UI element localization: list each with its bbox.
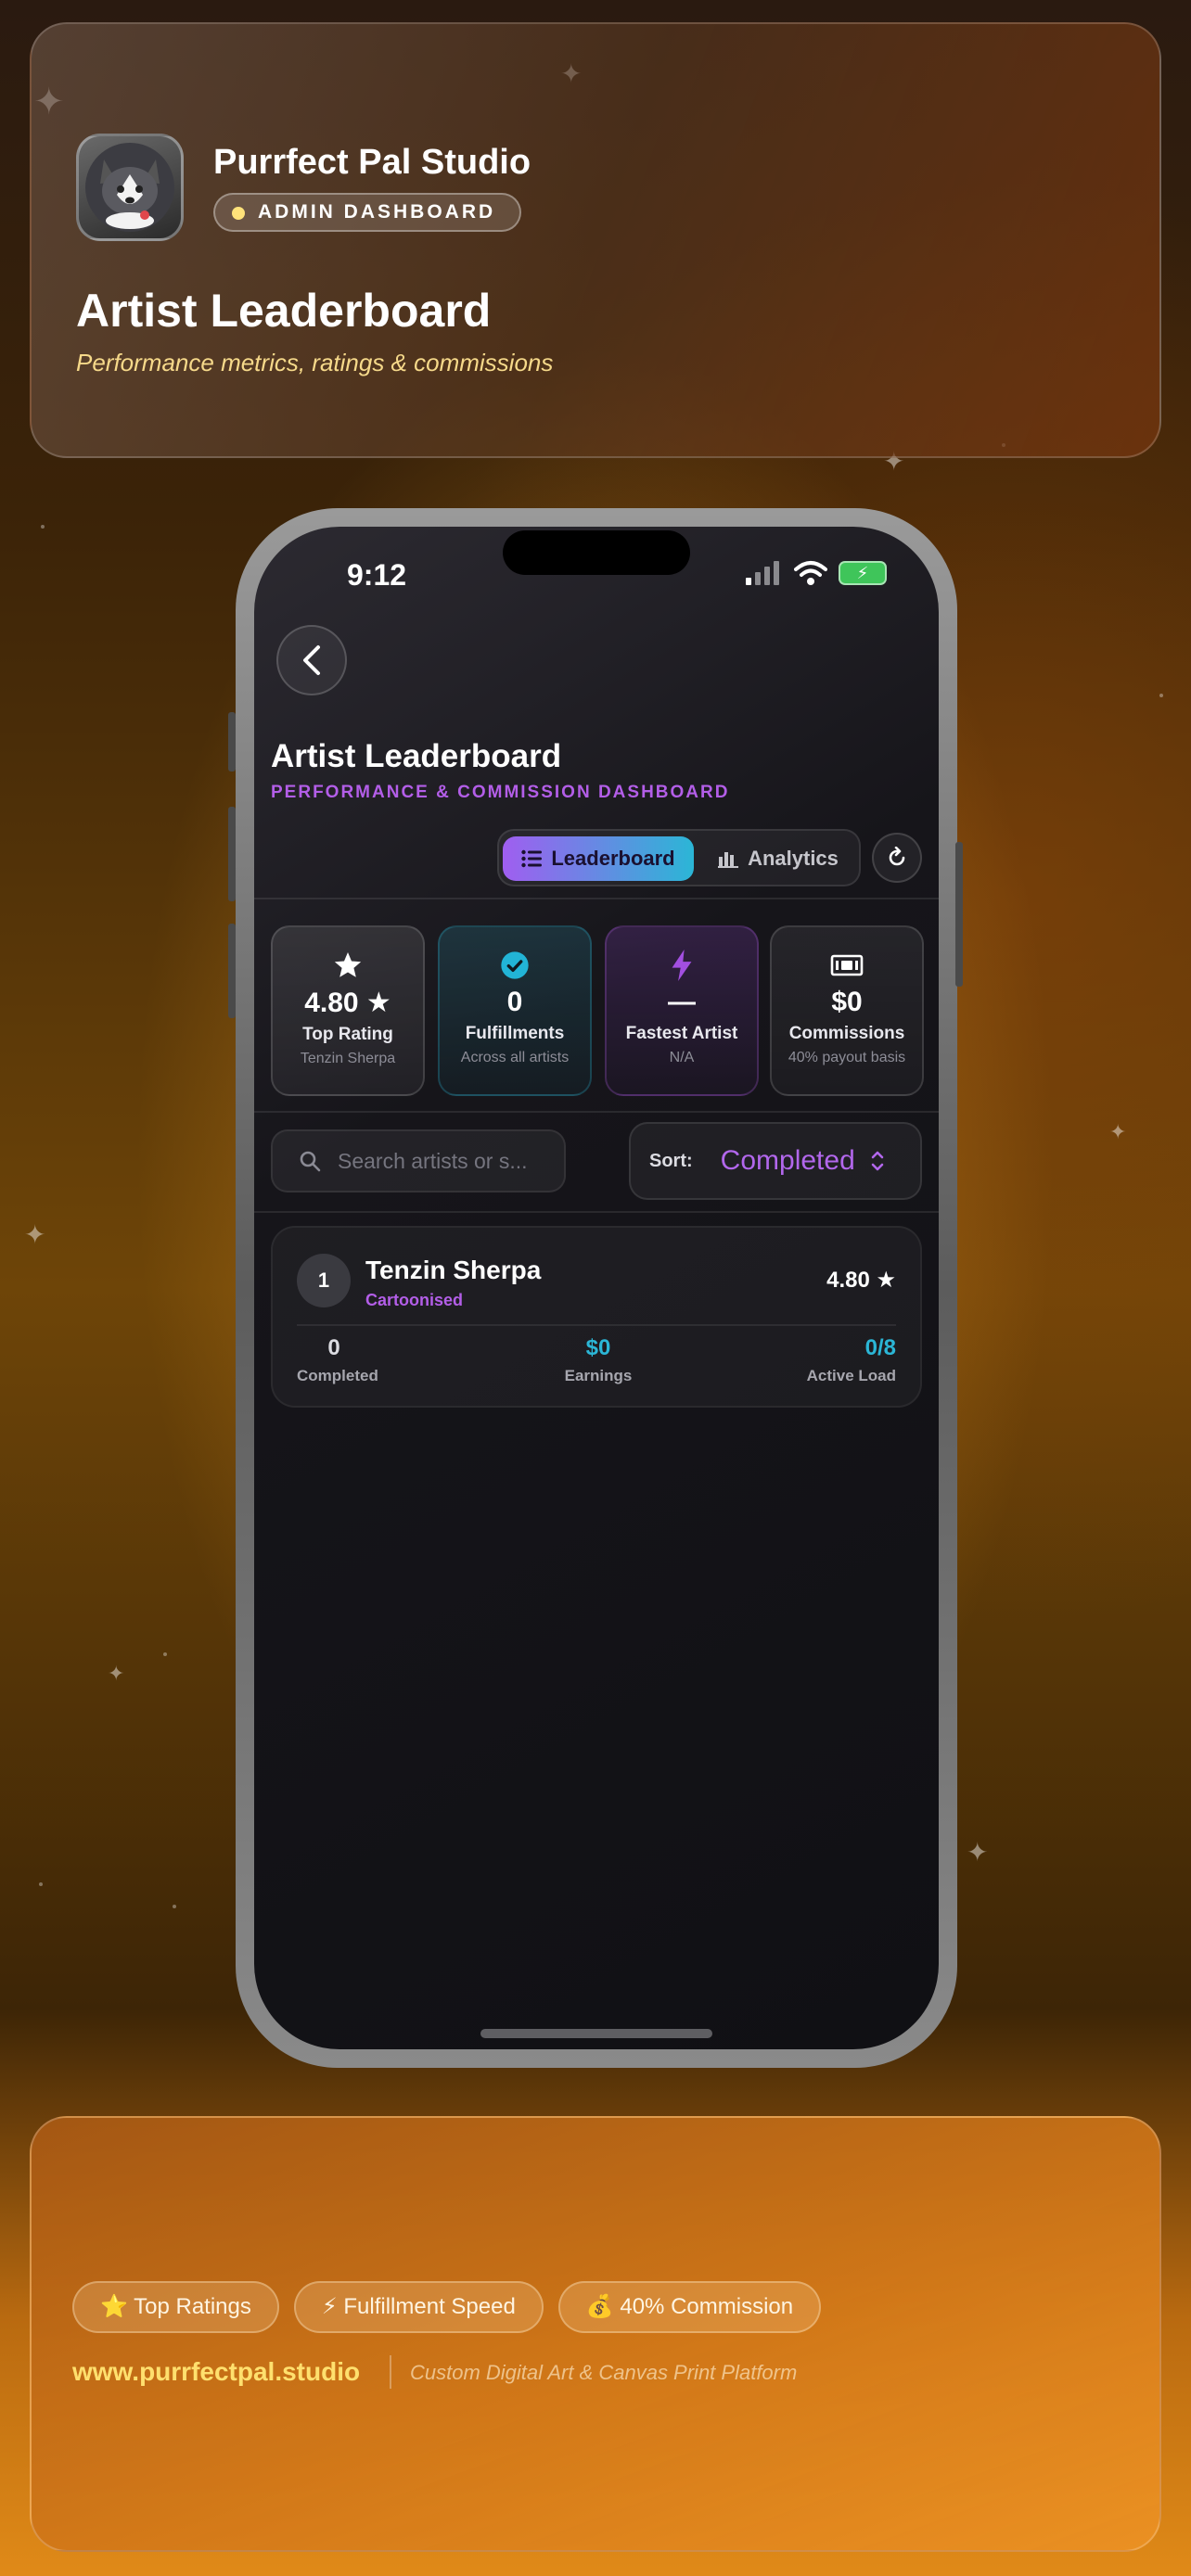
refresh-icon [889,847,905,866]
admin-badge: ADMIN DASHBOARD [213,193,522,232]
list-icon [521,849,543,868]
status-time: 9:12 [347,558,407,592]
lightning-icon [672,950,692,981]
stat-value: $0 [831,987,863,1017]
star-dot [39,1882,43,1886]
stat-note: 40% payout basis [788,1050,906,1065]
metric-active-load: 0/8 Active Load [807,1335,896,1385]
stat-card-commissions: $0 Commissions 40% payout basis [770,925,924,1096]
star-icon [334,952,362,977]
screen-subtitle: PERFORMANCE & COMMISSION DASHBOARD [271,783,730,802]
stat-label: Fulfillments [465,1024,565,1043]
status-icons: ⚡ [746,560,887,586]
footer-tagline: Custom Digital Art & Canvas Print Platfo… [410,2361,798,2384]
silent-switch [228,712,236,772]
star-dot [173,1905,176,1908]
stat-label: Commissions [788,1024,905,1043]
footer-card: ⭐ Top Ratings ⚡ Fulfillment Speed 💰 40% … [30,2116,1161,2552]
sort-select[interactable]: Sort: Completed [629,1122,922,1200]
studio-name: Purrfect Pal Studio [213,143,531,182]
power-button [955,842,963,987]
sparkle-icon: ✦ [108,1662,125,1685]
app-logo [76,134,184,241]
stat-value: 0 [506,987,523,1017]
search-input[interactable] [338,1148,551,1174]
metric-earnings: $0 Earnings [555,1335,642,1385]
battery-charging-icon: ⚡ [839,561,887,585]
volume-up-button [228,807,236,901]
back-button[interactable] [276,625,347,695]
stat-value: 4.80 ★ [304,988,391,1018]
refresh-button[interactable] [872,833,922,883]
artist-card[interactable]: 1 Tenzin Sherpa Cartoonised 4.80 ★ 0 Com… [271,1226,922,1408]
stat-value: — [668,987,696,1017]
sort-label: Sort: [649,1150,693,1171]
search-box [271,1129,566,1192]
stat-card-fulfillments: 0 Fulfillments Across all artists [438,925,592,1096]
stat-note: Tenzin Sherpa [300,1051,396,1066]
stat-card-fastest-artist: — Fastest Artist N/A [605,925,759,1096]
volume-down-button [228,924,236,1018]
star-dot [163,1652,167,1656]
phone-screen: 9:12 ⚡ Artist Leaderboard PERFORMANCE & … [254,527,939,2049]
metric-completed: 0 Completed [297,1335,378,1385]
check-circle-icon [501,951,529,979]
bar-chart-icon [718,852,739,868]
pill-fulfillment-speed: ⚡ Fulfillment Speed [293,2281,544,2333]
tab-leaderboard[interactable]: Leaderboard [503,836,694,881]
screen-title: Artist Leaderboard [271,738,562,774]
stat-label: Top Rating [302,1025,393,1044]
divider [254,1211,939,1213]
sort-value: Completed [720,1145,855,1176]
dynamic-island [503,530,690,575]
divider [254,1111,939,1113]
sparkle-icon: ✦ [24,1220,46,1249]
divider [297,1324,896,1326]
header-card: Purrfect Pal Studio ADMIN DASHBOARD Arti… [30,22,1161,458]
metric-label: Active Load [806,1367,896,1384]
cash-icon [830,954,864,976]
metric-value: 0 [327,1335,340,1360]
metric-value: $0 [585,1335,611,1360]
stat-note: N/A [669,1050,695,1065]
wifi-icon [794,561,827,585]
metric-value: 0/8 [864,1335,896,1360]
artist-name: Tenzin Sherpa [365,1256,542,1284]
stat-card-top-rating: 4.80 ★ Top Rating Tenzin Sherpa [271,925,425,1096]
chevron-left-icon [303,645,320,675]
metric-label: Earnings [564,1367,633,1384]
feature-pills: ⭐ Top Ratings ⚡ Fulfillment Speed 💰 40% … [72,2281,822,2333]
stat-note: Across all artists [460,1050,570,1065]
pill-commission: 💰 40% Commission [557,2281,822,2333]
search-icon [300,1151,321,1172]
sparkle-icon: ✦ [1109,1120,1127,1143]
home-indicator [480,2029,712,2038]
view-toggle: Leaderboard Analytics [497,829,861,886]
rank-badge: 1 [297,1254,351,1307]
tab-leaderboard-label: Leaderboard [551,847,675,870]
artist-style: Cartoonised [365,1291,464,1309]
artist-rating: 4.80 ★ [826,1268,896,1293]
stat-label: Fastest Artist [625,1024,738,1043]
page-title: Artist Leaderboard [76,285,492,337]
cellular-signal-icon [746,561,779,585]
metric-label: Completed [297,1367,378,1384]
star-dot [41,525,45,529]
pill-top-ratings: ⭐ Top Ratings [72,2281,279,2333]
chevron-up-down-icon [871,1151,884,1171]
footer-url[interactable]: www.purrfectpal.studio [72,2357,360,2387]
husky-logo-icon [85,143,174,232]
tab-analytics-label: Analytics [748,847,839,870]
divider [254,898,939,899]
sparkle-icon: ✦ [967,1838,989,1867]
star-dot [1159,694,1163,697]
tab-analytics[interactable]: Analytics [699,836,857,881]
page-subtitle: Performance metrics, ratings & commissio… [76,349,554,376]
divider [390,2355,391,2389]
